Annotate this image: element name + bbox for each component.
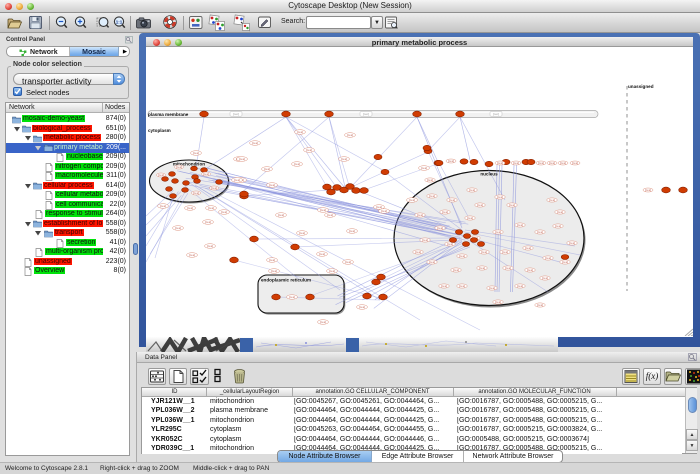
svg-text:(n-x): (n-x): [429, 194, 435, 198]
svg-text:(n-x): (n-x): [271, 269, 277, 273]
svg-text:(n-x): (n-x): [176, 165, 182, 169]
svg-text:(n-x): (n-x): [193, 151, 199, 155]
svg-text:nucleus: nucleus: [480, 172, 498, 177]
svg-text:cytoplasm: cytoplasm: [148, 128, 171, 133]
svg-text:(n-x): (n-x): [278, 213, 284, 217]
svg-text:(n-x): (n-x): [542, 276, 548, 280]
svg-text:(n-x): (n-x): [349, 229, 355, 233]
svg-text:(n-x): (n-x): [187, 206, 193, 210]
svg-text:(n-x): (n-x): [527, 268, 533, 272]
svg-text:(n-x): (n-x): [203, 172, 209, 176]
svg-text:(n-x): (n-x): [557, 210, 563, 214]
svg-text:(n-x): (n-x): [422, 238, 428, 242]
svg-text:(n-x): (n-x): [513, 161, 519, 165]
svg-text:(n-x): (n-x): [562, 260, 568, 264]
svg-text:(n-x): (n-x): [341, 157, 347, 161]
svg-text:(n-x): (n-x): [555, 224, 561, 228]
svg-text:(n-x): (n-x): [347, 133, 353, 137]
svg-text:(n-x): (n-x): [572, 161, 578, 165]
svg-text:(n-x): (n-x): [505, 266, 511, 270]
svg-text:(n-x): (n-x): [489, 286, 495, 290]
svg-text:(n-x): (n-x): [409, 198, 415, 202]
svg-text:(n-x): (n-x): [319, 252, 325, 256]
svg-text:(n-x): (n-x): [211, 186, 217, 190]
svg-text:(n-x): (n-x): [306, 148, 312, 152]
svg-text:(n-x): (n-x): [437, 226, 443, 230]
svg-text:(n-x): (n-x): [469, 188, 475, 192]
svg-text:(n-x): (n-x): [252, 141, 258, 145]
svg-text:(n-x): (n-x): [429, 260, 435, 264]
svg-text:(n-x): (n-x): [158, 173, 164, 177]
svg-text:(n-x): (n-x): [417, 213, 423, 217]
svg-text:(n-x): (n-x): [497, 195, 503, 199]
svg-text:(n-x): (n-x): [441, 284, 447, 288]
svg-text:(n-x): (n-x): [381, 209, 387, 213]
svg-text:(n-x): (n-x): [160, 204, 166, 208]
svg-text:(n-x): (n-x): [327, 213, 333, 217]
svg-text:(n-x): (n-x): [345, 260, 351, 264]
svg-text:1:1: 1:1: [116, 19, 123, 24]
svg-text:(n-x): (n-x): [509, 203, 515, 207]
svg-text:(n-x): (n-x): [207, 244, 213, 248]
svg-text:(n-x): (n-x): [193, 191, 199, 195]
svg-text:(n-x): (n-x): [427, 178, 433, 182]
svg-text:plasma membrane: plasma membrane: [148, 112, 189, 117]
svg-text:(n-x): (n-x): [495, 300, 501, 304]
svg-text:(n-x): (n-x): [549, 198, 555, 202]
svg-text:(n-x): (n-x): [269, 258, 275, 262]
svg-text:[n-n]: [n-n]: [493, 112, 499, 116]
svg-text:endoplasmic reticulum: endoplasmic reticulum: [261, 278, 311, 283]
svg-text:(n-x): (n-x): [299, 231, 305, 235]
svg-text:(n-x): (n-x): [320, 320, 326, 324]
svg-text:(n-x): (n-x): [294, 162, 300, 166]
svg-text:(n-x): (n-x): [502, 250, 508, 254]
svg-text:(n-x): (n-x): [269, 183, 275, 187]
svg-text:(n-x): (n-x): [549, 161, 555, 165]
svg-text:(n-x): (n-x): [239, 157, 245, 161]
svg-text:[n-n]: [n-n]: [363, 112, 369, 116]
svg-text:(n-x): (n-x): [517, 284, 523, 288]
svg-text:(n-x): (n-x): [320, 208, 326, 212]
svg-text:(n-x): (n-x): [234, 178, 240, 182]
svg-text:(n-x): (n-x): [517, 223, 523, 227]
svg-text:(n-x): (n-x): [442, 210, 448, 214]
svg-text:(n-x): (n-x): [289, 295, 295, 299]
svg-text:(n-x): (n-x): [264, 167, 270, 171]
svg-text:unassigned: unassigned: [628, 84, 654, 89]
svg-text:(n-x): (n-x): [459, 284, 465, 288]
svg-text:(n-x): (n-x): [329, 269, 335, 273]
svg-text:(n-x): (n-x): [189, 253, 195, 257]
svg-text:(n-x): (n-x): [448, 159, 454, 163]
svg-text:(n-x): (n-x): [481, 250, 487, 254]
svg-text:(n-x): (n-x): [497, 161, 503, 165]
svg-text:(n-x): (n-x): [495, 230, 501, 234]
svg-text:(n-x): (n-x): [175, 226, 181, 230]
svg-text:(n-x): (n-x): [477, 203, 483, 207]
svg-text:(n-x): (n-x): [538, 161, 544, 165]
svg-text:(n-x): (n-x): [645, 188, 651, 192]
svg-text:(n-x): (n-x): [560, 161, 566, 165]
svg-text:(n-x): (n-x): [569, 241, 575, 245]
svg-text:[n-n]: [n-n]: [233, 112, 239, 116]
svg-text:(n-x): (n-x): [525, 246, 531, 250]
svg-text:(n-x): (n-x): [359, 305, 365, 309]
svg-text:(n-x): (n-x): [467, 216, 473, 220]
svg-text:(n-x): (n-x): [479, 266, 485, 270]
svg-text:(n-x): (n-x): [205, 220, 211, 224]
svg-text:(n-x): (n-x): [545, 256, 551, 260]
svg-text:(n-x): (n-x): [447, 242, 453, 246]
svg-text:(n-x): (n-x): [449, 198, 455, 202]
svg-text:(n-x): (n-x): [221, 210, 227, 214]
svg-text:(n-x): (n-x): [415, 250, 421, 254]
svg-text:(n-x): (n-x): [537, 230, 543, 234]
svg-text:(n-x): (n-x): [208, 206, 214, 210]
svg-text:(n-x): (n-x): [453, 268, 459, 272]
svg-text:(n-x): (n-x): [459, 254, 465, 258]
svg-text:(n-x): (n-x): [537, 303, 543, 307]
svg-text:(n-x): (n-x): [297, 130, 303, 134]
svg-text:(n-x): (n-x): [421, 166, 427, 170]
